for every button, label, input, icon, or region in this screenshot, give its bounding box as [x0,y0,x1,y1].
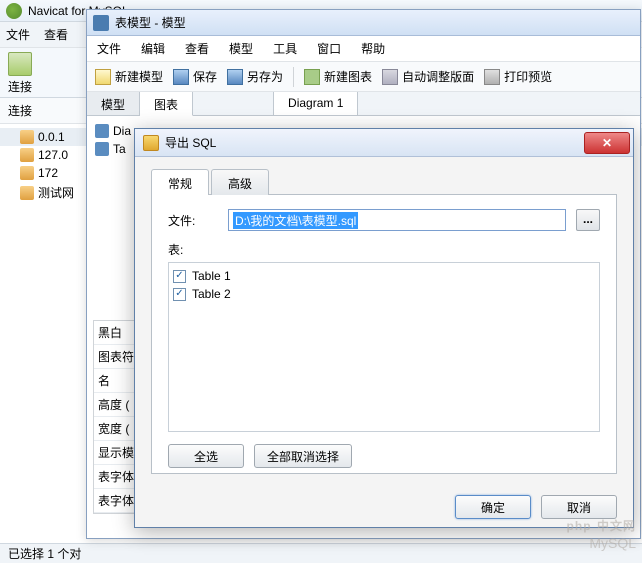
dialog-panel: 文件: D:\我的文档\表模型.sql ... 表: ✓ Table 1 ✓ T… [151,194,617,474]
chart-icon [304,69,320,85]
print-icon [484,69,500,85]
sheet-icon [95,142,109,156]
export-icon [143,135,159,151]
checkbox-icon[interactable]: ✓ [173,270,186,283]
model-title-text: 表模型 - 模型 [115,14,186,31]
tab-diagram[interactable]: Diagram 1 [273,92,358,115]
save-button[interactable]: 保存 [173,68,217,85]
menu-window[interactable]: 窗口 [317,40,341,57]
model-toolbar: 新建模型 保存 另存为 新建图表 自动调整版面 打印预览 [87,62,640,92]
menu-view[interactable]: 查看 [44,26,68,43]
db-icon [20,148,34,162]
menu-model[interactable]: 模型 [229,40,253,57]
sheet-icon [95,124,109,138]
ok-button[interactable]: 确定 [455,495,531,519]
checkbox-icon[interactable]: ✓ [173,288,186,301]
watermark-top: php [567,519,592,533]
db-icon [20,186,34,200]
new-model-button[interactable]: 新建模型 [95,68,163,85]
connect-label: 连接 [8,78,32,95]
btn-label: 打印预览 [504,68,552,85]
item-label: Dia [113,124,131,138]
tree-item-label: 127.0 [38,148,68,162]
file-path-value: D:\我的文档\表模型.sql [233,212,358,229]
menu-help[interactable]: 帮助 [361,40,385,57]
model-menu: 文件 编辑 查看 模型 工具 窗口 帮助 [87,36,640,62]
db-icon [20,130,34,144]
watermark-mid: 中文网 [597,519,636,533]
tree-item-label: 0.0.1 [38,130,65,144]
menu-file[interactable]: 文件 [97,40,121,57]
tab-chart[interactable]: 图表 [140,92,193,116]
connect-button[interactable]: 连接 [8,52,32,95]
close-icon: ✕ [602,136,612,150]
selection-buttons: 全选 全部取消选择 [168,444,600,468]
close-button[interactable]: ✕ [584,132,630,154]
tab-model[interactable]: 模型 [87,92,140,115]
layout-icon [382,69,398,85]
btn-label: 新建图表 [324,68,372,85]
cancel-button[interactable]: 取消 [541,495,617,519]
new-chart-button[interactable]: 新建图表 [304,68,372,85]
dialog-footer: 确定 取消 [135,487,633,527]
auto-layout-button[interactable]: 自动调整版面 [382,68,474,85]
model-tabs: 模型 图表 Diagram 1 [87,92,640,116]
model-icon [93,15,109,31]
menu-edit[interactable]: 编辑 [141,40,165,57]
menu-tools[interactable]: 工具 [273,40,297,57]
separator [293,67,294,87]
select-all-button[interactable]: 全选 [168,444,244,468]
export-sql-dialog: 导出 SQL ✕ 常规 高级 文件: D:\我的文档\表模型.sql ... 表… [134,128,634,528]
table-checkbox-item[interactable]: ✓ Table 1 [173,267,595,285]
watermark: php 中文网 MySQL [567,517,636,551]
deselect-all-button[interactable]: 全部取消选择 [254,444,352,468]
save-as-icon [227,69,243,85]
table-name: Table 2 [192,287,231,301]
connect-icon [8,52,32,76]
table-list: ✓ Table 1 ✓ Table 2 [168,262,600,432]
status-bar: 已选择 1 个对 [0,543,642,563]
btn-label: 另存为 [247,68,283,85]
print-preview-button[interactable]: 打印预览 [484,68,552,85]
table-label: 表: [168,241,218,258]
btn-label: 新建模型 [115,68,163,85]
file-row: 文件: D:\我的文档\表模型.sql ... [168,209,600,231]
dialog-tabs: 常规 高级 [151,169,617,195]
tree-item-label: 172 [38,166,58,180]
file-label: 文件: [168,212,218,229]
table-name: Table 1 [192,269,231,283]
save-icon [173,69,189,85]
file-path-input[interactable]: D:\我的文档\表模型.sql [228,209,566,231]
save-as-button[interactable]: 另存为 [227,68,283,85]
app-icon [6,3,22,19]
new-icon [95,69,111,85]
menu-view[interactable]: 查看 [185,40,209,57]
tab-advanced[interactable]: 高级 [211,169,269,195]
menu-file[interactable]: 文件 [6,26,30,43]
tree-item-label: 测试网 [38,184,74,201]
table-checkbox-item[interactable]: ✓ Table 2 [173,285,595,303]
db-icon [20,166,34,180]
tab-general[interactable]: 常规 [151,169,209,195]
item-label: Ta [113,142,126,156]
browse-button[interactable]: ... [576,209,600,231]
btn-label: 保存 [193,68,217,85]
status-text: 已选择 1 个对 [8,545,81,562]
dialog-title-text: 导出 SQL [165,134,216,151]
dialog-title-bar[interactable]: 导出 SQL ✕ [135,129,633,157]
btn-label: 自动调整版面 [402,68,474,85]
model-title-bar[interactable]: 表模型 - 模型 [87,10,640,36]
dialog-body: 常规 高级 文件: D:\我的文档\表模型.sql ... 表: ✓ Table… [135,157,633,487]
watermark-bottom: MySQL [567,535,636,551]
